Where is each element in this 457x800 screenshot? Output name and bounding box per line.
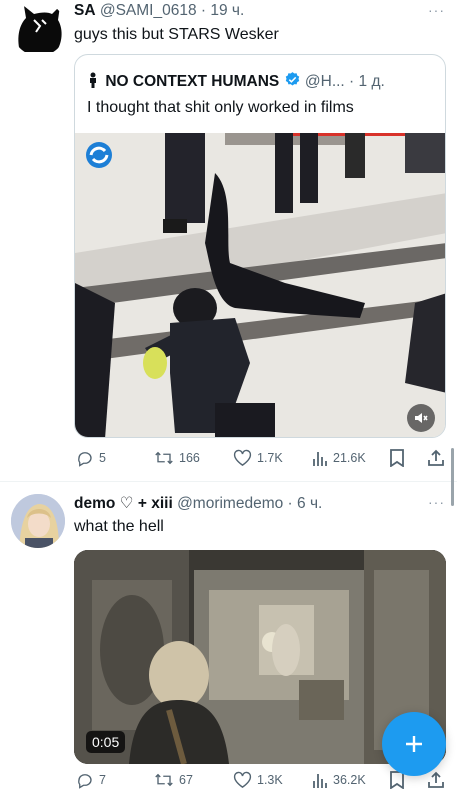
compose-icon	[406, 736, 422, 752]
bookmark-button[interactable]	[389, 449, 405, 467]
repost-button[interactable]: 67	[154, 771, 193, 789]
share-button[interactable]	[427, 771, 445, 789]
avatar-sa[interactable]	[12, 2, 66, 56]
tweet-2-header: demo ♡ + xiii @morimedemo · 6 ч.	[74, 494, 322, 513]
man-emoji-icon	[87, 72, 101, 93]
like-count: 1.7K	[257, 451, 283, 465]
author-name[interactable]: SA	[74, 2, 96, 19]
video-duration: 0:05	[86, 731, 126, 753]
views-button[interactable]: 21.6K	[312, 449, 366, 467]
views-count: 36.2K	[333, 773, 366, 787]
like-icon	[233, 771, 252, 789]
quoted-tweet-header: NO CONTEXT HUMANS @H... · 1 д.	[87, 71, 385, 93]
views-icon	[313, 774, 327, 788]
reply-icon	[78, 452, 92, 467]
mute-button[interactable]	[407, 404, 435, 432]
like-icon	[233, 449, 252, 467]
like-button[interactable]: 1.7K	[233, 449, 283, 467]
avatar-demo[interactable]	[11, 494, 65, 548]
share-icon	[428, 449, 444, 466]
author-handle-time[interactable]: @morimedemo · 6 ч.	[177, 495, 322, 512]
author-handle-time[interactable]: @SAMI_0618 · 19 ч.	[100, 2, 244, 19]
anime-avatar-image	[11, 494, 65, 548]
repost-count: 67	[179, 773, 193, 787]
repost-button[interactable]: 166	[154, 449, 200, 467]
tweet-1-header: SA @SAMI_0618 · 19 ч.	[74, 2, 244, 20]
repost-count: 166	[179, 451, 200, 465]
reply-count: 5	[99, 451, 106, 465]
reply-count: 7	[99, 773, 106, 787]
like-button[interactable]: 1.3K	[233, 771, 283, 789]
tweet-text: what the hell	[74, 518, 164, 535]
reply-icon	[78, 774, 92, 789]
quoted-author-handle-time: @H... · 1 д.	[304, 73, 385, 90]
views-icon	[313, 452, 327, 466]
cat-avatar-image	[18, 6, 62, 52]
like-count: 1.3K	[257, 773, 283, 787]
verified-icon	[284, 71, 301, 93]
views-count: 21.6K	[333, 451, 366, 465]
quoted-video[interactable]	[75, 133, 445, 437]
more-options-button[interactable]: ···	[428, 2, 445, 18]
tweet-1[interactable]: SA @SAMI_0618 · 19 ч. ··· guys this but …	[0, 0, 457, 480]
reply-button[interactable]: 7	[76, 771, 106, 789]
video-frame-image	[75, 133, 445, 437]
tweet-1-action-bar: 5 166 1.7K 21.6K	[74, 449, 446, 469]
reply-button[interactable]: 5	[76, 449, 106, 467]
tweet-text: guys this but STARS Wesker	[74, 26, 279, 43]
quoted-author-name: NO CONTEXT HUMANS	[105, 73, 280, 90]
scrollbar[interactable]	[451, 448, 454, 506]
views-button[interactable]: 36.2K	[312, 771, 366, 789]
quoted-tweet[interactable]: NO CONTEXT HUMANS @H... · 1 д. I thought…	[74, 54, 446, 438]
compose-button[interactable]	[382, 712, 446, 776]
share-icon	[428, 771, 444, 788]
repost-icon	[155, 773, 173, 787]
author-name[interactable]: demo ♡ + xiii	[74, 495, 173, 512]
tweet-2-action-bar: 7 67 1.3K 36.2K	[74, 771, 446, 791]
more-options-button[interactable]: ···	[428, 494, 445, 510]
bookmark-icon	[390, 449, 404, 467]
repost-icon	[155, 451, 173, 465]
mute-icon	[415, 413, 428, 423]
quoted-tweet-text: I thought that shit only worked in films	[87, 99, 354, 116]
share-button[interactable]	[427, 449, 445, 467]
